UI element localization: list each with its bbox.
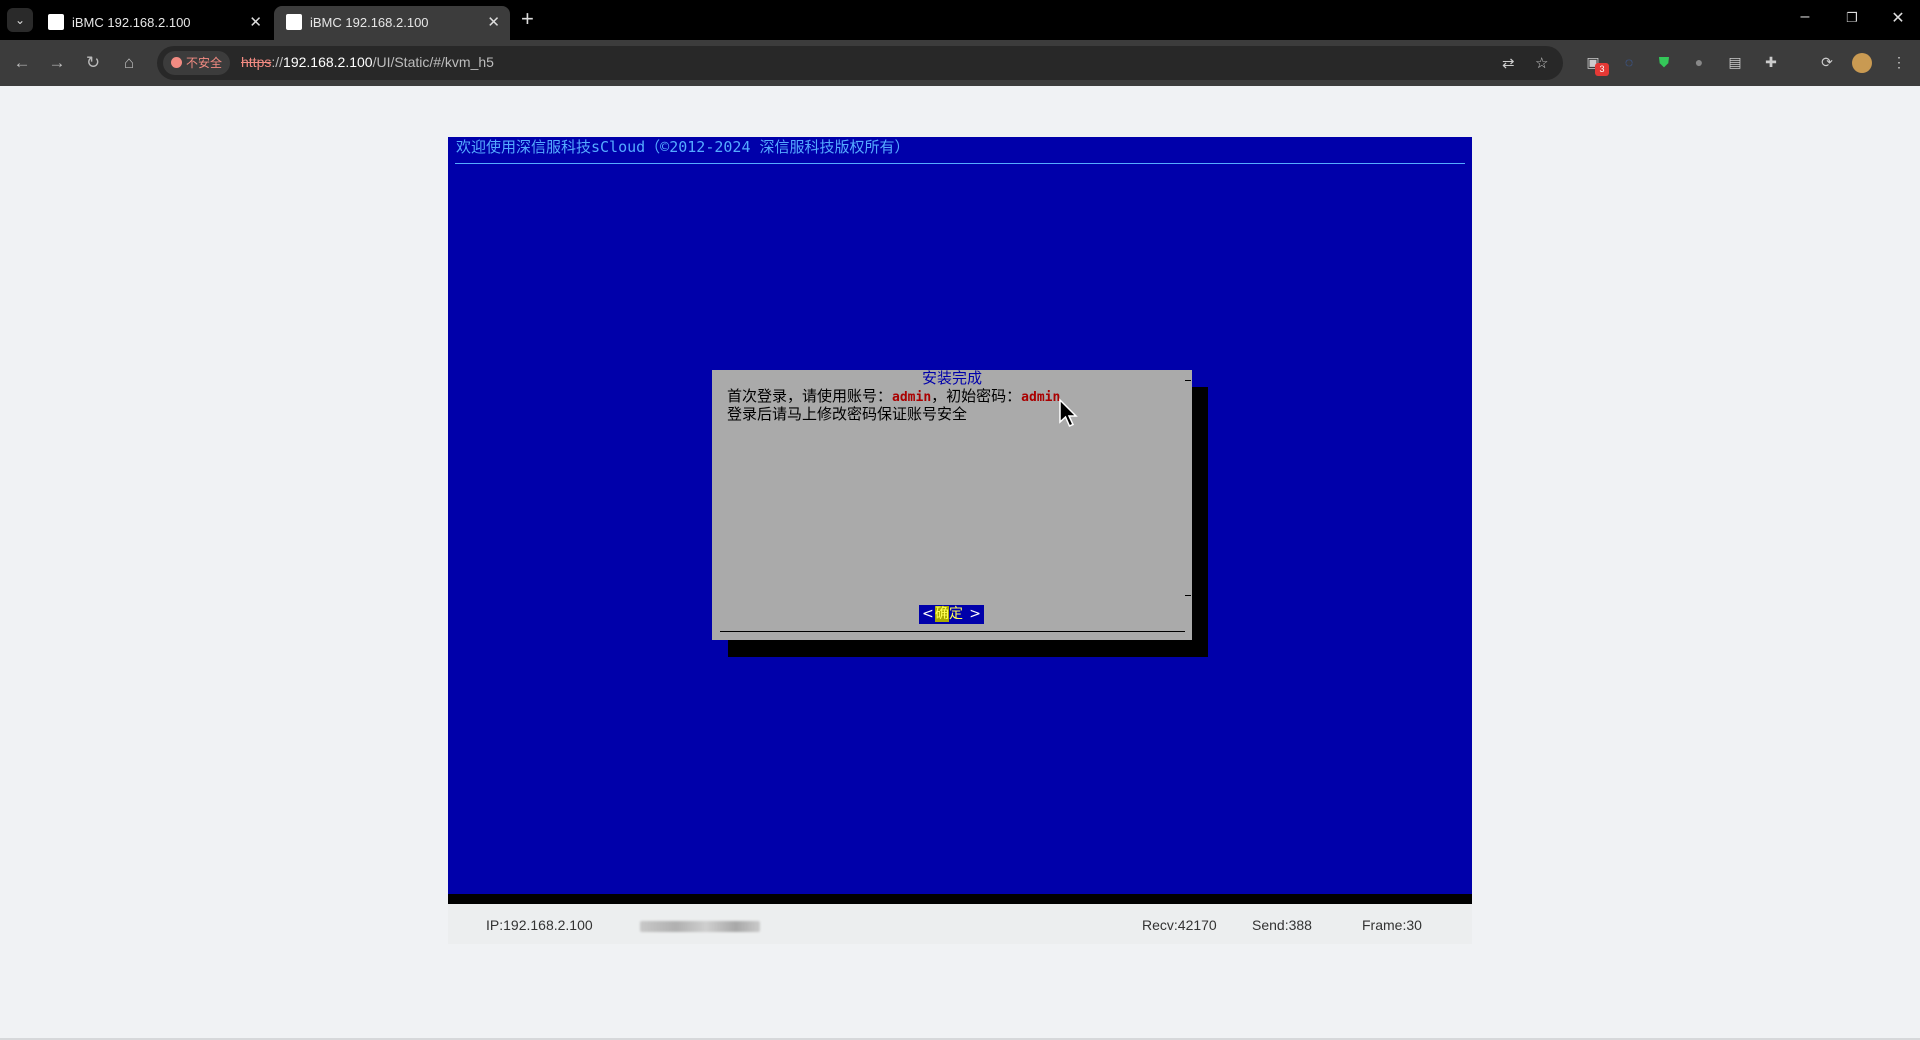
url-host: 192.168.2.100 — [283, 54, 373, 70]
extensions-puzzle-icon[interactable]: ✚ — [1762, 53, 1780, 71]
account-value: admin — [892, 390, 932, 405]
close-icon[interactable]: ✕ — [487, 13, 500, 31]
credentials-mid: ，初始密码： — [931, 387, 1022, 405]
dialog-scroll-marker-top — [1185, 380, 1191, 381]
ok-label-first-char: 确 — [935, 606, 949, 622]
extension-doc-icon[interactable]: ▤ — [1726, 53, 1744, 71]
status-recv: Recv:42170 — [1142, 917, 1217, 933]
translate-icon[interactable]: ⇄ — [1502, 54, 1515, 72]
new-tab-button[interactable]: + — [521, 6, 534, 32]
tab-ibmc-1[interactable]: iBMC 192.168.2.100 ✕ — [36, 6, 272, 40]
console-divider — [455, 163, 1465, 164]
more-menu-icon[interactable]: ⋮ — [1890, 53, 1908, 71]
extension-circle-icon[interactable]: ◌ — [1620, 53, 1638, 71]
extension-dot-icon[interactable]: ● — [1690, 53, 1708, 71]
back-icon[interactable]: ← — [10, 51, 34, 75]
mouse-cursor-icon — [1059, 398, 1078, 427]
ok-label: 确定 — [935, 605, 963, 624]
dialog-bottom-rule — [720, 631, 1185, 632]
dialog-credentials-line: 首次登录，请使用账号：admin，初始密码：admin — [727, 387, 1060, 407]
ok-right-bracket: > — [969, 606, 981, 622]
credentials-prefix: 首次登录，请使用账号： — [727, 387, 893, 405]
tab-ibmc-2[interactable]: iBMC 192.168.2.100 ✕ — [274, 6, 510, 40]
url-scheme: https — [241, 54, 272, 70]
url-separator: :// — [271, 54, 284, 70]
console-welcome-header: 欢迎使用深信服科技sCloud（©2012-2024 深信服科技版权所有） — [456, 138, 910, 156]
close-icon[interactable]: ✕ — [249, 13, 262, 31]
redacted-info — [640, 921, 760, 932]
ok-button[interactable]: < 确定 > — [919, 605, 984, 624]
address-bar[interactable]: 不安全 https://192.168.2.100/UI/Static/#/kv… — [157, 46, 1563, 80]
dialog-security-notice: 登录后请马上修改密码保证账号安全 — [727, 405, 968, 423]
kvm-console-screen[interactable]: 欢迎使用深信服科技sCloud（©2012-2024 深信服科技版权所有） 安装… — [448, 137, 1472, 894]
dialog-scroll-marker-bottom — [1185, 595, 1191, 596]
extension-shield-icon[interactable]: ⛊ — [1655, 53, 1673, 71]
home-icon[interactable]: ⌂ — [117, 51, 141, 75]
status-send: Send:388 — [1252, 917, 1312, 933]
ok-label-rest: 定 — [949, 606, 963, 622]
security-chip[interactable]: 不安全 — [163, 51, 231, 75]
sync-icon[interactable]: ⟳ — [1818, 53, 1836, 71]
tab-search-chevron-icon[interactable]: ⌄ — [7, 8, 33, 32]
kvm-bottom-border — [448, 894, 1472, 904]
window-close-icon[interactable]: ✕ — [1888, 8, 1908, 28]
forward-icon[interactable]: → — [45, 51, 69, 75]
warning-icon — [171, 57, 182, 68]
kvm-status-bar: IP:192.168.2.100 Recv:42170 Send:388 Fra… — [448, 904, 1472, 944]
tab-title: iBMC 192.168.2.100 — [72, 15, 191, 30]
page-icon — [48, 14, 64, 30]
ok-left-bracket: < — [922, 606, 934, 622]
url-path: /UI/Static/#/kvm_h5 — [372, 54, 494, 70]
dialog-title: 安装完成 — [921, 369, 982, 387]
security-chip-label: 不安全 — [186, 56, 223, 70]
tab-bar: ⌄ iBMC 192.168.2.100 ✕ iBMC 192.168.2.10… — [0, 0, 1920, 40]
install-complete-dialog: 安装完成 首次登录，请使用账号：admin，初始密码：admin 登录后请马上修… — [712, 369, 1192, 640]
status-frame: Frame:30 — [1362, 917, 1422, 933]
minimize-icon[interactable]: – — [1795, 8, 1815, 26]
password-value: admin — [1021, 390, 1061, 405]
bookmark-star-icon[interactable]: ☆ — [1535, 54, 1548, 72]
tab-title: iBMC 192.168.2.100 — [310, 15, 429, 30]
page-icon — [286, 14, 302, 30]
restore-icon[interactable]: ❐ — [1842, 10, 1862, 26]
url-text[interactable]: https://192.168.2.100/UI/Static/#/kvm_h5 — [241, 54, 494, 70]
profile-avatar[interactable] — [1852, 53, 1872, 73]
status-ip: IP:192.168.2.100 — [486, 917, 593, 933]
reload-icon[interactable]: ↻ — [81, 51, 105, 75]
extension-badge: 3 — [1595, 63, 1609, 76]
